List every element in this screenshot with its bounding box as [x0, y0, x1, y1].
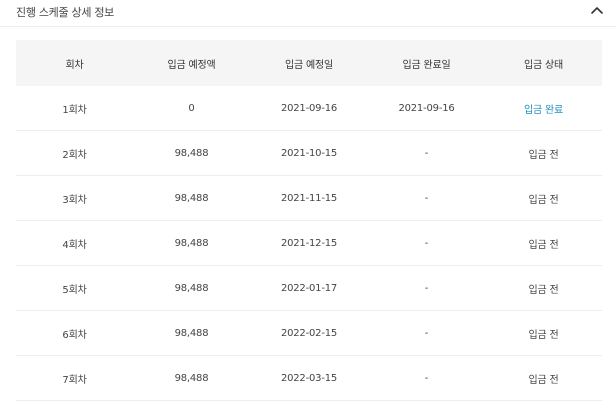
cell-paid-date: - [368, 130, 485, 176]
section-title: 진행 스케줄 상세 정보 [16, 6, 114, 19]
cell-round: 1회차 [16, 86, 133, 131]
cell-due-date: 2021-10-15 [250, 130, 368, 176]
chevron-up-icon[interactable] [586, 0, 608, 22]
cell-round: 2회차 [16, 130, 133, 176]
table-row: 1회차 0 2021-09-16 2021-09-16 입금 완료 [16, 86, 602, 131]
cell-paid-date: 2021-09-16 [368, 86, 485, 131]
header-round: 회차 [16, 40, 133, 86]
cell-status: 입금 전 [485, 220, 602, 266]
cell-due-date: 2022-02-15 [250, 310, 368, 356]
cell-round: 5회차 [16, 265, 133, 311]
cell-paid-date: - [368, 265, 485, 311]
header-status: 입금 상태 [485, 40, 602, 86]
cell-round: 7회차 [16, 355, 133, 401]
cell-status: 입금 전 [485, 355, 602, 401]
cell-paid-date: - [368, 310, 485, 356]
table-header-row: 회차 입금 예정액 입금 예정일 입금 완료일 입금 상태 [16, 40, 602, 86]
table-row: 5회차 98,488 2022-01-17 - 입금 전 [16, 265, 602, 311]
cell-status-done: 입금 완료 [485, 86, 602, 131]
cell-status: 입금 전 [485, 175, 602, 221]
table-row: 2회차 98,488 2021-10-15 - 입금 전 [16, 130, 602, 176]
cell-paid-date: - [368, 355, 485, 401]
cell-amount: 98,488 [133, 265, 250, 311]
table-row: 3회차 98,488 2021-11-15 - 입금 전 [16, 175, 602, 221]
cell-due-date: 2021-12-15 [250, 220, 368, 266]
cell-round: 6회차 [16, 310, 133, 356]
cell-amount: 98,488 [133, 355, 250, 401]
schedule-table: 회차 입금 예정액 입금 예정일 입금 완료일 입금 상태 1회차 0 2021… [16, 40, 602, 401]
table-row: 7회차 98,488 2022-03-15 - 입금 전 [16, 355, 602, 401]
cell-round: 4회차 [16, 220, 133, 266]
cell-amount: 98,488 [133, 130, 250, 176]
cell-amount: 0 [133, 86, 250, 131]
header-due-date: 입금 예정일 [250, 40, 368, 86]
table-row: 4회차 98,488 2021-12-15 - 입금 전 [16, 220, 602, 266]
cell-status: 입금 전 [485, 265, 602, 311]
cell-paid-date: - [368, 175, 485, 221]
cell-amount: 98,488 [133, 175, 250, 221]
cell-due-date: 2022-03-15 [250, 355, 368, 401]
cell-amount: 98,488 [133, 310, 250, 356]
cell-amount: 98,488 [133, 220, 250, 266]
header-amount: 입금 예정액 [133, 40, 250, 86]
cell-due-date: 2021-11-15 [250, 175, 368, 221]
schedule-section-header: 진행 스케줄 상세 정보 [0, 0, 616, 27]
cell-status: 입금 전 [485, 130, 602, 176]
cell-status: 입금 전 [485, 310, 602, 356]
cell-paid-date: - [368, 220, 485, 266]
header-paid-date: 입금 완료일 [368, 40, 485, 86]
cell-due-date: 2021-09-16 [250, 86, 368, 131]
table-row: 6회차 98,488 2022-02-15 - 입금 전 [16, 310, 602, 356]
cell-round: 3회차 [16, 175, 133, 221]
cell-due-date: 2022-01-17 [250, 265, 368, 311]
